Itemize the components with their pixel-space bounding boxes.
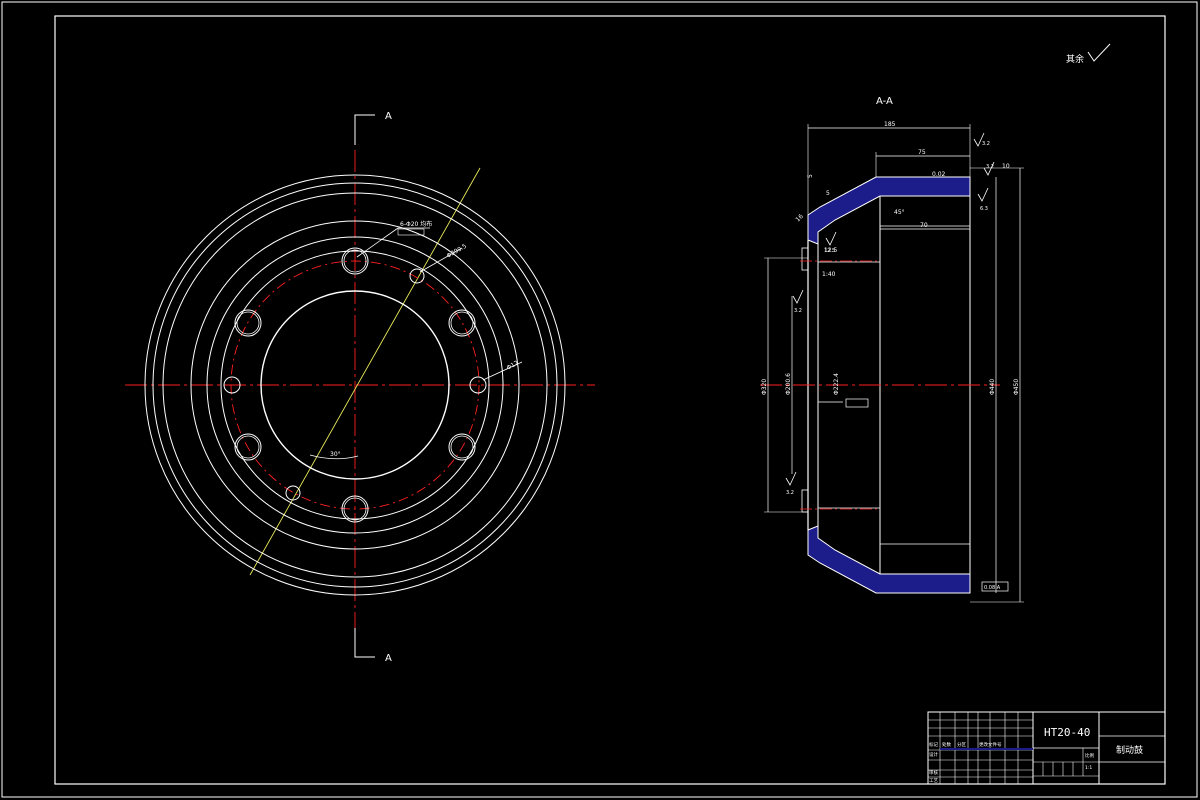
dim-hub-offset: 5 — [807, 174, 814, 178]
cad-drawing: A A 6-Φ20 均布 Φ290.5 Φ12 30° A-A 185 75 7… — [1, 1, 1198, 798]
scale-label: 比例 — [1085, 752, 1094, 759]
roughness-value: 3.2 — [794, 308, 802, 314]
dim-70: 70 — [920, 222, 928, 229]
angle-callout: 30° — [330, 451, 341, 458]
surface-roughness-icon — [1087, 43, 1111, 62]
section-label-bottom: A — [385, 653, 392, 664]
small-hole — [285, 485, 301, 501]
roughness-value: 6.3 — [980, 206, 988, 212]
tb-label-review: 审核 — [929, 769, 938, 776]
outer-frame — [1, 1, 1198, 798]
dim-75: 75 — [918, 149, 926, 156]
section-label-top: A — [385, 111, 392, 122]
tolerance-frame-mid — [845, 398, 869, 408]
roughness-symbol — [977, 187, 989, 202]
dim-taper: 1:40 — [822, 271, 836, 278]
bolt-hole — [448, 309, 476, 337]
title-block: HT20-40 制动鼓 比例 1:1 标记 处数 分区 更改文件号 设计 审核 … — [927, 711, 1166, 785]
dim-bore-dia: Φ222.4 — [833, 373, 840, 395]
roughness-value: 3.2 — [786, 490, 794, 496]
dim-drum-outer: Φ450 — [1013, 379, 1020, 395]
section-hatch-top — [807, 176, 971, 245]
dim-drum-inner: Φ440 — [989, 379, 996, 395]
dim-pilot-dia: Φ200.6 — [785, 373, 792, 395]
section-marker-bottom — [354, 628, 375, 658]
tb-label-craft: 工艺 — [929, 778, 938, 784]
bolt-hole-inner — [450, 311, 474, 335]
section-marker-top — [354, 114, 375, 145]
part-name: 制动鼓 — [1116, 744, 1143, 756]
roughness-value: 3.2 — [986, 164, 994, 170]
bolt-hole-callout: 6-Φ20 均布 — [400, 220, 432, 228]
tb-label: 分区 — [957, 741, 966, 748]
section-view: A-A 185 75 70 45° 10 5 5 12.5 1:40 16 0.… — [760, 96, 1024, 603]
dim-wall: 5 — [826, 190, 830, 197]
roughness-value: 3.2 — [982, 141, 990, 147]
roughness-symbol — [785, 471, 797, 486]
tb-label: 更改文件号 — [979, 741, 1002, 748]
front-view: A A 6-Φ20 均布 Φ290.5 Φ12 30° — [125, 111, 595, 664]
tb-label-designer: 设计 — [929, 751, 938, 758]
roughness-symbol — [825, 231, 837, 246]
tolerance-bottom: 0.08 A — [984, 585, 1001, 591]
roughness-symbol — [792, 289, 804, 304]
tb-label: 处数 — [942, 741, 951, 748]
tb-label: 标记 — [929, 741, 938, 748]
dim-lip: 10 — [1002, 163, 1010, 170]
section-view-title: A-A — [876, 96, 893, 107]
bolt-section-top — [801, 247, 809, 271]
dim-45: 45° — [894, 209, 905, 216]
roughness-value: 12.5 — [824, 248, 835, 254]
surface-note: 其余 — [1066, 53, 1084, 65]
section-hatch-bottom — [807, 525, 971, 594]
dim-185: 185 — [884, 121, 896, 128]
dim-thickness: 16 — [794, 213, 804, 223]
dim-flange-dia: Φ320 — [761, 379, 768, 395]
scale-value: 1:1 — [1085, 765, 1092, 771]
pcd-callout: Φ290.5 — [446, 243, 469, 260]
material: HT20-40 — [1044, 726, 1090, 739]
tolerance-top: 0.02 — [932, 171, 946, 178]
